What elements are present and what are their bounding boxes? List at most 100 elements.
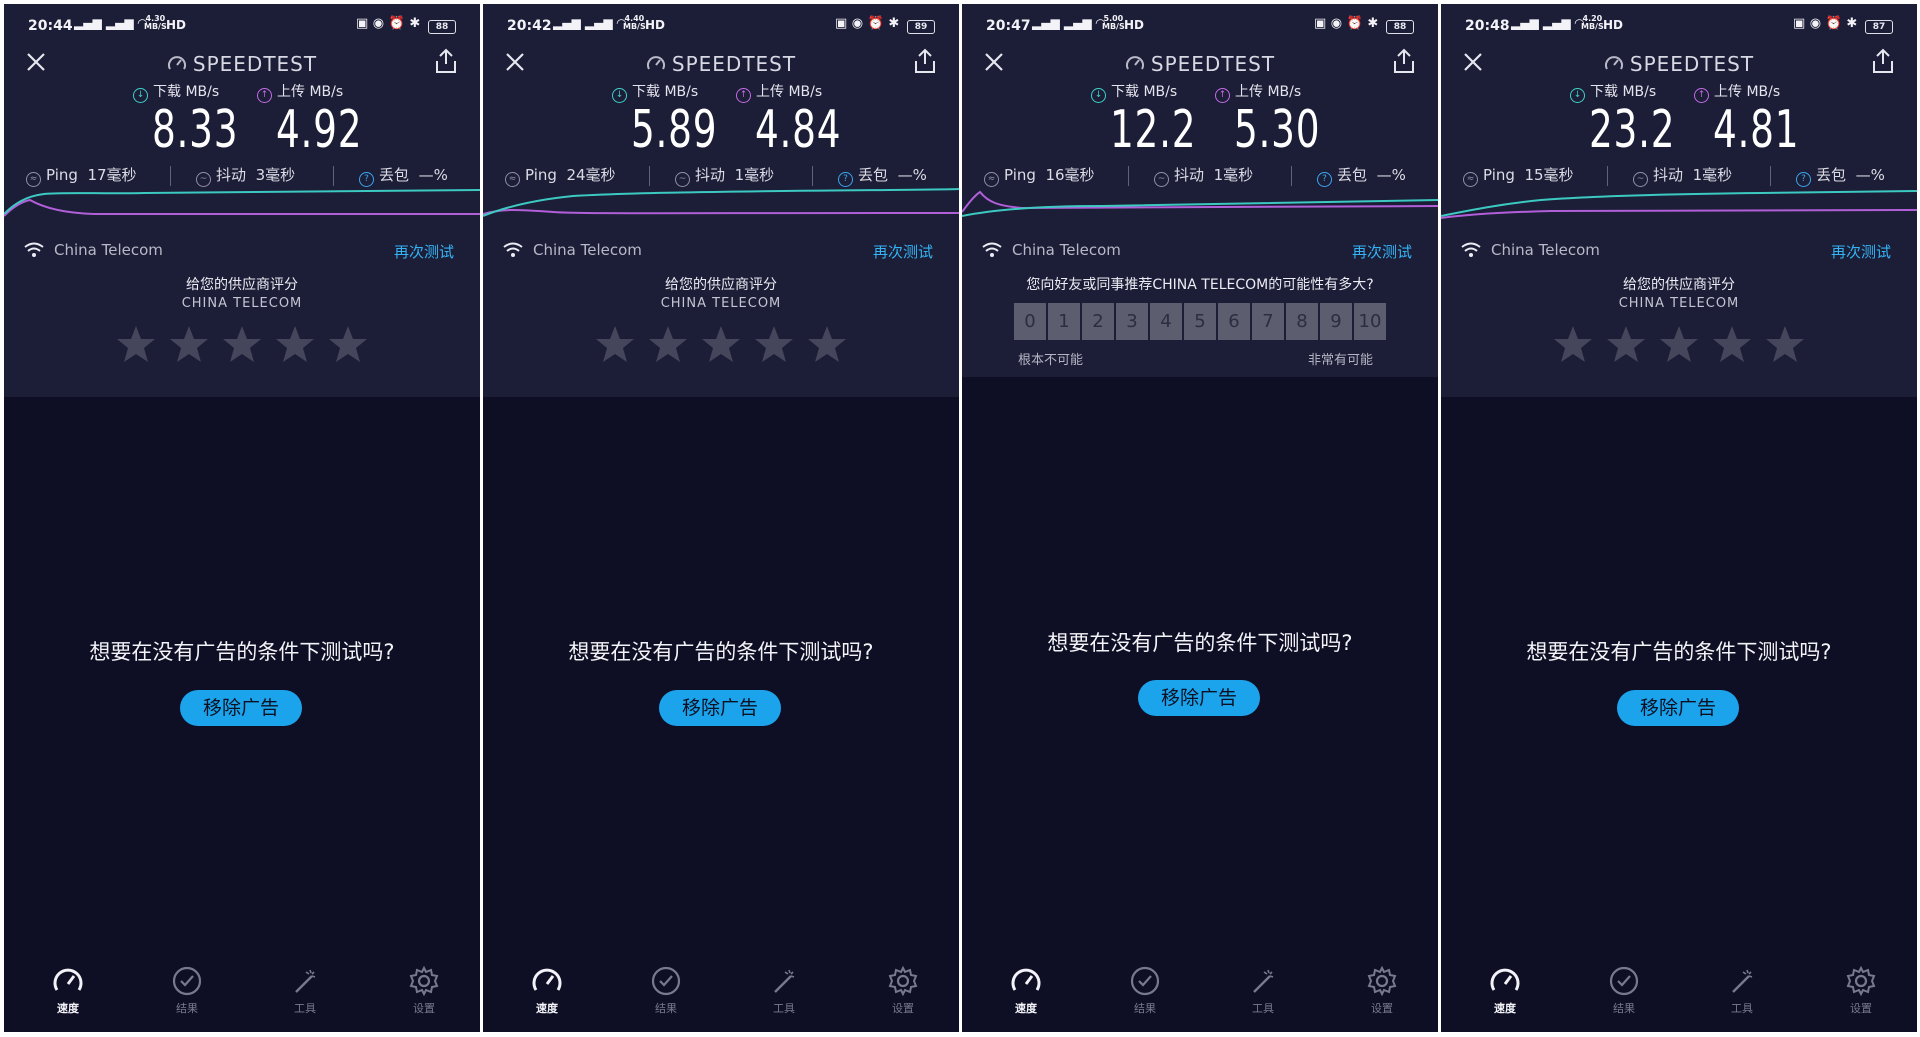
retest-link[interactable]: 再次测试 [1831,241,1891,262]
rating-title: 给您的供应商评分 [1623,277,1735,293]
retest-link[interactable]: 再次测试 [394,241,454,262]
tab-label: 结果 [1134,1002,1156,1015]
star-icon[interactable] [222,324,262,364]
signal-icon: ▂▄▆ ▂▄▆ ◠ [74,16,147,30]
nps-option[interactable]: 10 [1354,303,1386,340]
star-icon[interactable] [116,324,156,364]
download-icon: ↓ [1091,88,1106,103]
retest-link[interactable]: 再次测试 [873,241,933,262]
tab-results[interactable]: 结果 [1115,964,1175,1016]
speedtest-logo-icon [646,56,665,70]
nps-option[interactable]: 8 [1286,303,1318,340]
star-icon[interactable] [328,324,368,364]
retest-link[interactable]: 再次测试 [1352,241,1412,262]
star-icon[interactable] [1553,324,1593,364]
remove-ads-button[interactable]: 移除广告 [659,690,781,726]
signal-icon: ▂▄▆ ▂▄▆ ◠ [1511,16,1584,30]
remove-ads-button[interactable]: 移除广告 [1138,680,1260,716]
tab-tools[interactable]: 工具 [754,964,814,1016]
tab-settings[interactable]: 设置 [394,964,454,1016]
packet-loss-metric: ? 丢包 —% [1317,164,1406,187]
download-graph-line [4,189,480,215]
nps-option[interactable]: 3 [1116,303,1148,340]
net-speed: 4.40 MB/S [623,14,646,31]
divider [170,166,171,186]
upload-label-text: 上传 MB/s [277,84,344,100]
tab-settings[interactable]: 设置 [1831,964,1891,1016]
speedometer-icon [532,968,562,991]
ad-question: 想要在没有广告的条件下测试吗? [1526,640,1832,664]
hd-badge: HD [1603,18,1624,32]
loss-value: —% [1855,166,1885,184]
tab-speed[interactable]: 速度 [996,964,1056,1016]
star-icon[interactable] [169,324,209,364]
check-circle-icon [651,966,681,996]
tab-speed[interactable]: 速度 [517,964,577,1016]
tab-speed[interactable]: 速度 [1475,964,1535,1016]
jitter-value: 1毫秒 [1213,166,1254,184]
tab-label: 速度 [1494,1002,1516,1015]
tab-results[interactable]: 结果 [157,964,217,1016]
packet-loss-metric: ? 丢包 —% [1796,164,1885,187]
star-icon[interactable] [1712,324,1752,364]
nps-option[interactable]: 7 [1252,303,1284,340]
tab-label: 设置 [892,1002,914,1015]
nps-option[interactable]: 5 [1184,303,1216,340]
tab-results[interactable]: 结果 [636,964,696,1016]
tab-tools[interactable]: 工具 [1712,964,1772,1016]
packet-loss-icon: ? [1317,172,1332,187]
nps-option[interactable]: 4 [1150,303,1182,340]
app-brand: SPEEDTEST [962,52,1438,76]
tab-tools[interactable]: 工具 [1233,964,1293,1016]
star-icon[interactable] [1659,324,1699,364]
bottom-tab-bar: 速度 结果 工具 设置 [962,964,1438,1032]
ping-value: 15毫秒 [1524,166,1574,184]
app-brand: SPEEDTEST [1441,52,1917,76]
remove-ads-button[interactable]: 移除广告 [1617,690,1739,726]
loss-value: —% [418,166,448,184]
star-icon[interactable] [275,324,315,364]
nps-option[interactable]: 0 [1014,303,1046,340]
jitter-label: 抖动 [695,166,726,184]
star-icon[interactable] [648,324,688,364]
result-header: 20:48 ▂▄▆ ▂▄▆ ◠ 4.20MB/S HD ▣ ◉ ⏰ ✱ 87 [1441,4,1917,397]
nps-option[interactable]: 9 [1320,303,1352,340]
speedometer-icon [53,968,83,991]
star-icon[interactable] [701,324,741,364]
net-speed: 4.30 MB/S [144,14,167,31]
tab-settings[interactable]: 设置 [1352,964,1412,1016]
tab-label: 设置 [413,1002,435,1015]
nps-option[interactable]: 1 [1048,303,1080,340]
jitter-icon: ~ [1633,172,1648,187]
packet-loss-metric: ? 丢包 —% [359,164,448,187]
ping-icon: ≈ [984,172,999,187]
tab-label: 结果 [655,1002,677,1015]
download-value: 12.2 [1110,100,1197,160]
star-icon[interactable] [807,324,847,364]
latency-row: ≈ Ping 17毫秒 ~ 抖动 3毫秒 ? 丢包 —% [4,164,480,188]
latency-row: ≈ Ping 15毫秒 ~ 抖动 1毫秒 ? 丢包 —% [1441,164,1917,188]
signal-icon: ▂▄▆ ▂▄▆ ◠ [1032,16,1105,30]
divider [812,166,813,186]
jitter-icon: ~ [675,172,690,187]
tab-tools[interactable]: 工具 [275,964,335,1016]
star-icon[interactable] [1606,324,1646,364]
jitter-value: 3毫秒 [255,166,296,184]
star-icon[interactable] [1765,324,1805,364]
nps-option[interactable]: 2 [1082,303,1114,340]
tab-results[interactable]: 结果 [1594,964,1654,1016]
tab-speed[interactable]: 速度 [38,964,98,1016]
ad-question: 想要在没有广告的条件下测试吗? [1047,631,1353,655]
nps-option[interactable]: 6 [1218,303,1250,340]
phone-screen-4: 20:48 ▂▄▆ ▂▄▆ ◠ 4.20MB/S HD ▣ ◉ ⏰ ✱ 87 [1441,4,1917,1032]
ping-metric: ≈ Ping 16毫秒 [984,164,1095,187]
isp-name: China Telecom [1491,241,1600,259]
download-label-text: 下载 MB/s [632,84,699,100]
tab-settings[interactable]: 设置 [873,964,933,1016]
gear-icon [1367,965,1397,997]
ping-label: Ping [46,166,78,184]
hd-badge: HD [166,18,187,32]
star-icon[interactable] [754,324,794,364]
remove-ads-button[interactable]: 移除广告 [180,690,302,726]
star-icon[interactable] [595,324,635,364]
